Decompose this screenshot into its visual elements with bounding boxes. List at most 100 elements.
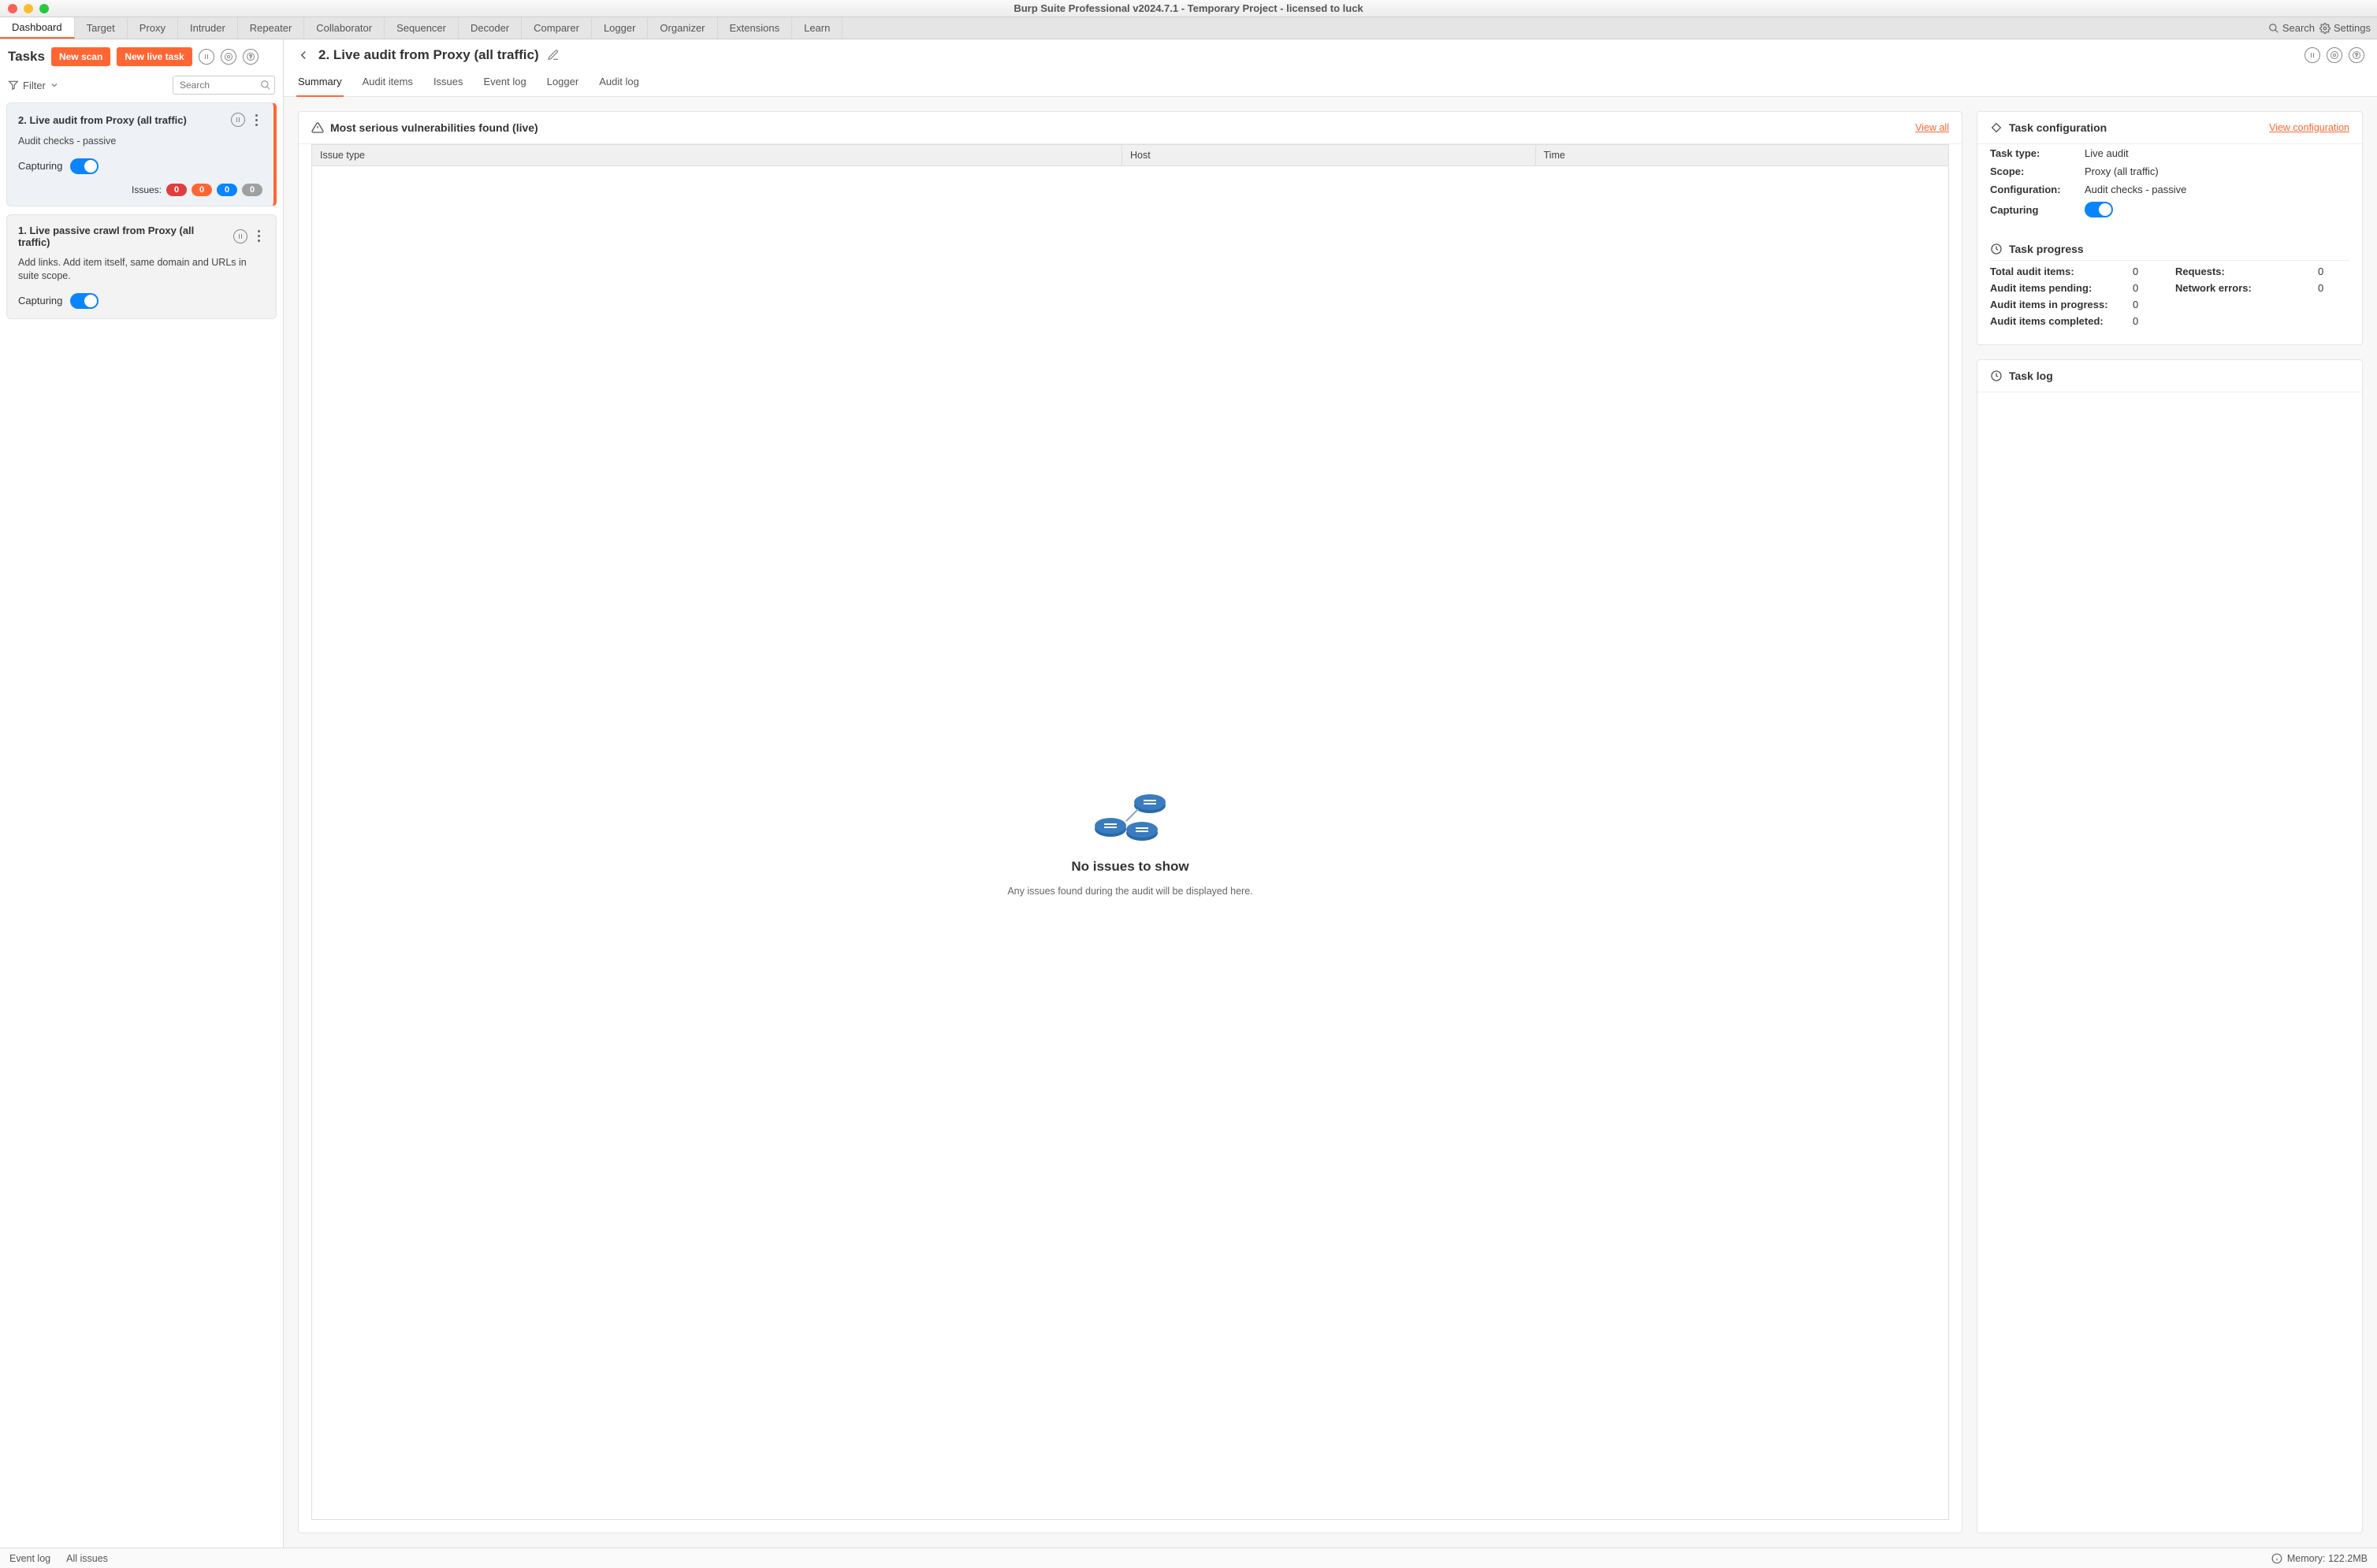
vuln-panel-title: Most serious vulnerabilities found (live… (330, 121, 538, 134)
requests-value: 0 (2318, 266, 2349, 277)
edit-icon[interactable] (547, 49, 560, 61)
main-settings-button[interactable] (2327, 47, 2342, 63)
tab-learn[interactable]: Learn (792, 17, 843, 39)
task-progress-title: Task progress (2009, 243, 2084, 255)
tasks-settings-button[interactable] (221, 49, 236, 65)
view-configuration-link[interactable]: View configuration (2269, 122, 2349, 133)
main-pause-button[interactable] (2304, 47, 2320, 63)
scope-key: Scope: (1990, 165, 2085, 177)
window-title: Burp Suite Professional v2024.7.1 - Temp… (0, 2, 2377, 14)
gear-icon (224, 52, 233, 61)
tab-organizer[interactable]: Organizer (648, 17, 717, 39)
pause-icon (202, 52, 211, 61)
scope-value: Proxy (all traffic) (2085, 165, 2349, 177)
task-type-key: Task type: (1990, 147, 2085, 159)
tab-target[interactable]: Target (75, 17, 128, 39)
config-panel-title: Task configuration (2009, 121, 2107, 134)
back-icon[interactable] (296, 48, 311, 62)
pause-icon (2308, 50, 2317, 60)
total-items-key: Total audit items: (1990, 266, 2122, 277)
search-icon (260, 80, 271, 91)
gear-icon (2319, 23, 2331, 34)
info-icon (2271, 1553, 2282, 1564)
capturing-toggle[interactable] (70, 158, 99, 174)
filter-icon (8, 80, 19, 91)
task-menu-button[interactable] (252, 230, 265, 242)
statusbar-event-log[interactable]: Event log (9, 1553, 50, 1564)
tab-collaborator[interactable]: Collaborator (304, 17, 385, 39)
col-host: Host (1122, 145, 1536, 165)
tab-decoder[interactable]: Decoder (459, 17, 522, 39)
subtab-audit-items[interactable]: Audit items (361, 71, 415, 96)
tab-logger[interactable]: Logger (592, 17, 648, 39)
task-card[interactable]: 2. Live audit from Proxy (all traffic) A… (6, 102, 277, 206)
task-card[interactable]: 1. Live passive crawl from Proxy (all tr… (6, 214, 277, 319)
close-icon[interactable] (8, 4, 17, 13)
tab-repeater[interactable]: Repeater (238, 17, 304, 39)
settings-button[interactable]: Settings (2319, 22, 2371, 34)
view-all-link[interactable]: View all (1915, 122, 1949, 133)
titlebar: Burp Suite Professional v2024.7.1 - Temp… (0, 0, 2377, 17)
neterr-value: 0 (2318, 282, 2349, 294)
subtab-logger[interactable]: Logger (545, 71, 580, 96)
new-live-task-button[interactable]: New live task (117, 47, 192, 66)
task-menu-button[interactable] (250, 114, 262, 126)
search-label: Search (2282, 22, 2315, 34)
maximize-icon[interactable] (39, 4, 49, 13)
tab-comparer[interactable]: Comparer (522, 17, 592, 39)
filter-button[interactable]: Filter (8, 80, 59, 91)
capturing-toggle[interactable] (70, 293, 99, 309)
new-scan-button[interactable]: New scan (51, 47, 110, 66)
window-controls (0, 4, 49, 13)
tag-icon (1990, 121, 2003, 134)
issues-label: Issues: (132, 184, 162, 195)
pending-key: Audit items pending: (1990, 282, 2122, 294)
tab-dashboard[interactable]: Dashboard (0, 17, 75, 39)
task-description: Audit checks - passive (18, 135, 262, 149)
minimize-icon[interactable] (24, 4, 33, 13)
config-capturing-toggle[interactable] (2085, 202, 2113, 217)
configuration-key: Configuration: (1990, 184, 2085, 195)
total-items-value: 0 (2133, 266, 2164, 277)
settings-label: Settings (2334, 22, 2371, 34)
tab-sequencer[interactable]: Sequencer (385, 17, 459, 39)
subtab-issues[interactable]: Issues (432, 71, 465, 96)
filter-label: Filter (23, 80, 46, 91)
empty-title: No issues to show (1071, 859, 1188, 875)
gear-icon (2330, 50, 2339, 60)
search-button[interactable]: Search (2268, 22, 2315, 34)
task-title: 1. Live passive crawl from Proxy (all tr… (18, 225, 229, 248)
completed-key: Audit items completed: (1990, 315, 2122, 327)
statusbar-all-issues[interactable]: All issues (66, 1553, 108, 1564)
main-tab-bar: Dashboard Target Proxy Intruder Repeater… (0, 17, 2377, 39)
issue-count-critical: 0 (166, 184, 187, 196)
tab-intruder[interactable]: Intruder (178, 17, 238, 39)
task-description: Add links. Add item itself, same domain … (18, 256, 265, 284)
task-pause-button[interactable] (233, 229, 247, 243)
inprogress-key: Audit items in progress: (1990, 299, 2122, 310)
svg-text:?: ? (2355, 54, 2358, 58)
task-type-value: Live audit (2085, 147, 2349, 159)
empty-description: Any issues found during the audit will b… (1007, 886, 1252, 897)
task-log-panel: Task log (1977, 359, 2363, 1533)
col-time: Time (1536, 145, 1949, 165)
capturing-label: Capturing (18, 160, 62, 172)
completed-value: 0 (2133, 315, 2164, 327)
pause-icon (233, 115, 243, 124)
tasks-help-button[interactable]: ? (243, 49, 259, 65)
empty-state-icon (1087, 790, 1174, 845)
task-title: 2. Live audit from Proxy (all traffic) (18, 114, 226, 126)
page-title: 2. Live audit from Proxy (all traffic) (318, 47, 539, 63)
subtab-event-log[interactable]: Event log (482, 71, 528, 96)
search-icon (2268, 23, 2279, 34)
tab-proxy[interactable]: Proxy (128, 17, 178, 39)
clock-icon (1990, 370, 2003, 382)
main-help-button[interactable]: ? (2349, 47, 2364, 63)
pause-all-button[interactable] (199, 49, 214, 65)
tasks-heading: Tasks (8, 49, 45, 65)
configuration-value: Audit checks - passive (2085, 184, 2349, 195)
subtab-summary[interactable]: Summary (296, 71, 344, 97)
task-pause-button[interactable] (231, 113, 245, 127)
subtab-audit-log[interactable]: Audit log (597, 71, 641, 96)
tab-extensions[interactable]: Extensions (718, 17, 793, 39)
